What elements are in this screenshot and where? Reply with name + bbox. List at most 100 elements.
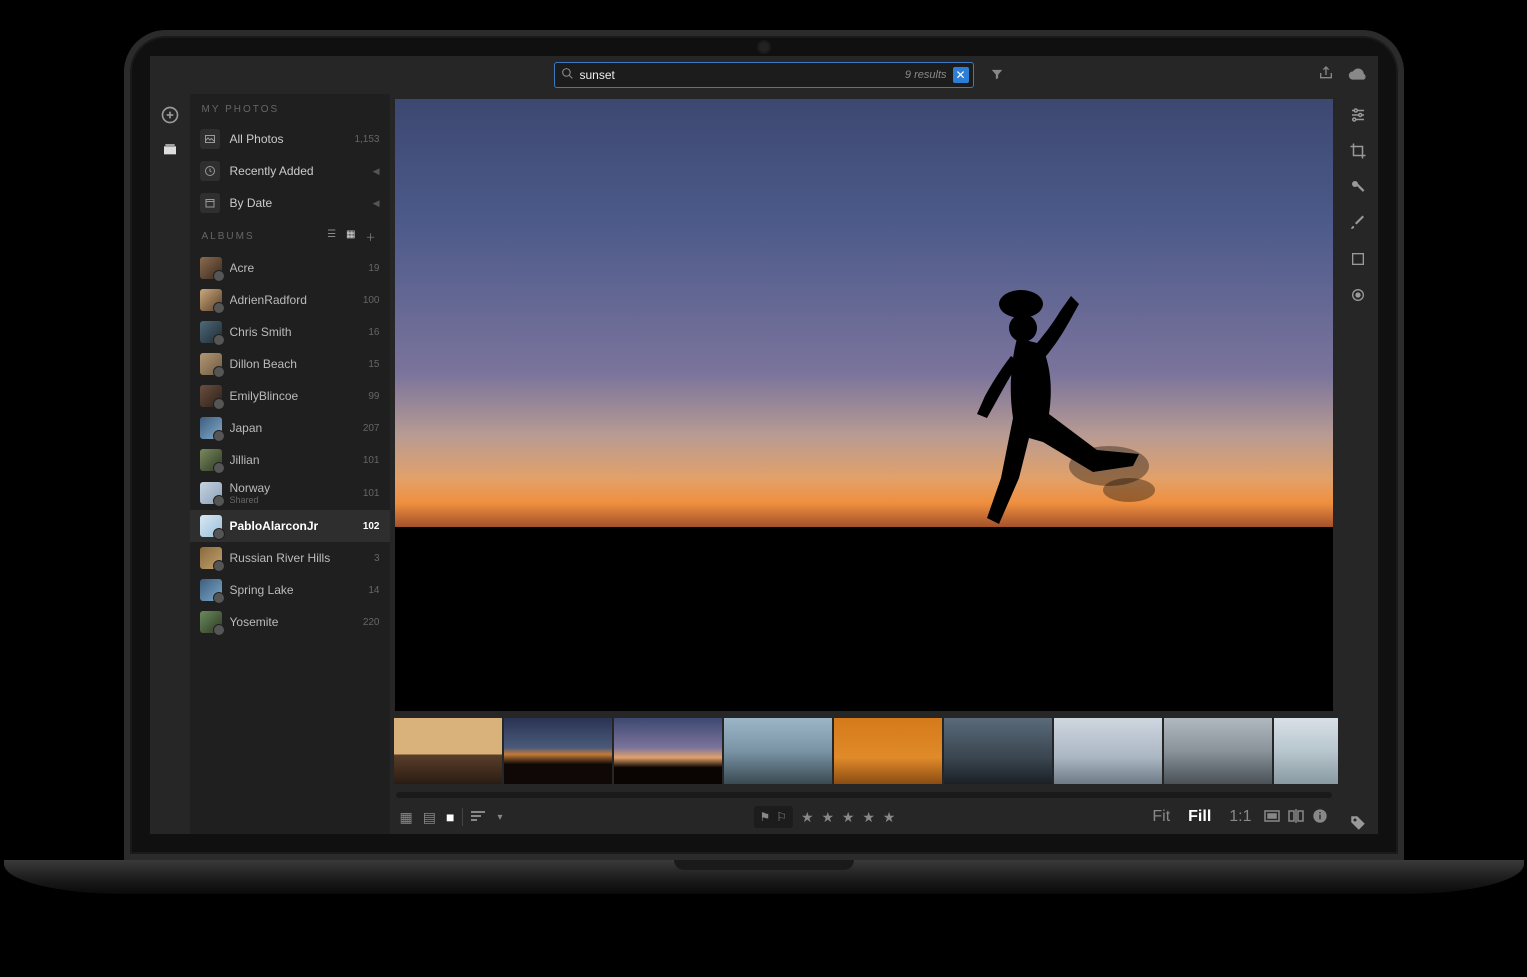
album-count: 220 (363, 617, 380, 628)
search-field[interactable]: 9 results ✕ (554, 62, 974, 88)
grid-view-icon[interactable]: ▦ (346, 229, 357, 244)
separator (462, 808, 463, 826)
album-count: 101 (363, 488, 380, 499)
clear-search-button[interactable]: ✕ (953, 67, 969, 83)
album-thumb (200, 321, 222, 343)
album-thumb (200, 515, 222, 537)
nav-by-date[interactable]: By Date ◀ (190, 187, 390, 219)
flag-reject-icon[interactable]: ⚐ (774, 808, 789, 826)
chevron-down-icon[interactable]: ▾ (497, 812, 502, 823)
main-area: ▦ ▤ ■ ▾ ⚑ ⚐ ★ ★ ★ ★ ★ Fit Fill (390, 94, 1338, 834)
filmstrip-thumb[interactable] (1274, 718, 1338, 784)
album-count: 3 (374, 553, 380, 564)
add-photos-button[interactable] (159, 104, 181, 126)
filmstrip-thumb[interactable] (614, 718, 722, 784)
album-yosemite[interactable]: Yosemite 220 (190, 606, 390, 638)
healing-brush-icon[interactable] (1347, 176, 1369, 198)
linear-gradient-icon[interactable] (1347, 248, 1369, 270)
filmstrip-thumb[interactable] (1164, 718, 1272, 784)
album-jillian[interactable]: Jillian101 (190, 444, 390, 476)
album-dillon-beach[interactable]: Dillon Beach 15 (190, 348, 390, 380)
single-view-icon[interactable]: ■ (446, 809, 454, 825)
sync-badge-icon (213, 560, 225, 572)
album-spring-lake[interactable]: Spring Lake14 (190, 574, 390, 606)
filter-icon[interactable] (990, 67, 1004, 84)
info-icon[interactable] (1312, 808, 1328, 827)
overlay-icon[interactable] (1264, 809, 1280, 825)
filmstrip-thumb[interactable] (834, 718, 942, 784)
filmstrip-thumb[interactable] (394, 718, 502, 784)
album-emilyblincoe[interactable]: EmilyBlincoe99 (190, 380, 390, 412)
share-icon[interactable] (1318, 65, 1334, 86)
album-russian-river-hills[interactable]: Russian River Hills 3 (190, 542, 390, 574)
albums-label: ALBUMS (202, 231, 255, 242)
brush-icon[interactable] (1347, 212, 1369, 234)
sync-badge-icon (213, 430, 225, 442)
filmstrip[interactable] (390, 716, 1338, 790)
add-album-button[interactable]: ＋ (366, 229, 378, 244)
filmstrip-thumb[interactable] (724, 718, 832, 784)
crop-icon[interactable] (1347, 140, 1369, 162)
album-thumb (200, 547, 222, 569)
album-adrienradford[interactable]: AdrienRadford100 (190, 284, 390, 316)
album-thumb (200, 611, 222, 633)
my-photos-label: MY PHOTOS (202, 104, 280, 115)
filmstrip-thumb[interactable] (944, 718, 1052, 784)
filmstrip-scrollbar[interactable] (396, 792, 1332, 798)
sync-badge-icon (213, 302, 225, 314)
search-icon (561, 67, 574, 83)
rating-stars[interactable]: ★ ★ ★ ★ ★ (801, 809, 897, 826)
chevron-left-icon: ◀ (373, 198, 380, 209)
compare-icon[interactable] (1288, 809, 1304, 826)
album-count: 99 (368, 391, 379, 402)
list-view-icon[interactable]: ☰ (327, 229, 338, 244)
album-name: Acre (230, 261, 361, 275)
adjust-sliders-icon[interactable] (1347, 104, 1369, 126)
filmstrip-thumb[interactable] (1054, 718, 1162, 784)
album-count: 100 (363, 295, 380, 306)
album-chris-smith[interactable]: Chris Smith16 (190, 316, 390, 348)
album-thumb (200, 417, 222, 439)
cloud-sync-icon[interactable] (1348, 66, 1368, 85)
photos-icon (200, 129, 220, 149)
album-acre[interactable]: Acre19 (190, 252, 390, 284)
zoom-fit[interactable]: Fit (1148, 808, 1174, 826)
album-name: Russian River Hills (230, 551, 366, 565)
left-rail (150, 94, 190, 834)
album-japan[interactable]: Japan207 (190, 412, 390, 444)
nav-count: 1,153 (354, 134, 379, 145)
album-thumb (200, 449, 222, 471)
album-name: Jillian (230, 453, 355, 467)
album-pabloalarconjr[interactable]: PabloAlarconJr102 (190, 510, 390, 542)
album-count: 207 (363, 423, 380, 434)
album-name: Dillon Beach (230, 357, 361, 371)
flag-pick-icon[interactable]: ⚑ (758, 808, 773, 826)
album-thumb (200, 257, 222, 279)
nav-all-photos[interactable]: All Photos 1,153 (190, 123, 390, 155)
album-count: 15 (368, 359, 379, 370)
album-name: Yosemite (230, 615, 355, 629)
sync-badge-icon (213, 462, 225, 474)
flag-controls[interactable]: ⚑ ⚐ (754, 806, 794, 828)
zoom-1to1[interactable]: 1:1 (1225, 808, 1255, 826)
tag-icon[interactable] (1347, 812, 1369, 834)
filmstrip-thumb[interactable] (504, 718, 612, 784)
nav-recently-added[interactable]: Recently Added ◀ (190, 155, 390, 187)
search-input[interactable] (578, 67, 899, 83)
sort-icon[interactable] (471, 809, 489, 825)
album-norway[interactable]: NorwayShared 101 (190, 476, 390, 510)
albums-header: ALBUMS ☰ ▦ ＋ (190, 219, 390, 252)
radial-gradient-icon[interactable] (1347, 284, 1369, 306)
chevron-left-icon: ◀ (373, 166, 380, 177)
grid-large-icon[interactable]: ▤ (423, 809, 436, 826)
sync-badge-icon (213, 495, 225, 507)
sync-badge-icon (213, 624, 225, 636)
album-thumb (200, 289, 222, 311)
library-icon[interactable] (159, 138, 181, 160)
photo-preview[interactable] (395, 99, 1333, 711)
clock-icon (200, 161, 220, 181)
zoom-fill[interactable]: Fill (1184, 808, 1215, 826)
album-name: NorwayShared (230, 481, 355, 505)
album-thumb (200, 385, 222, 407)
grid-small-icon[interactable]: ▦ (400, 809, 413, 826)
